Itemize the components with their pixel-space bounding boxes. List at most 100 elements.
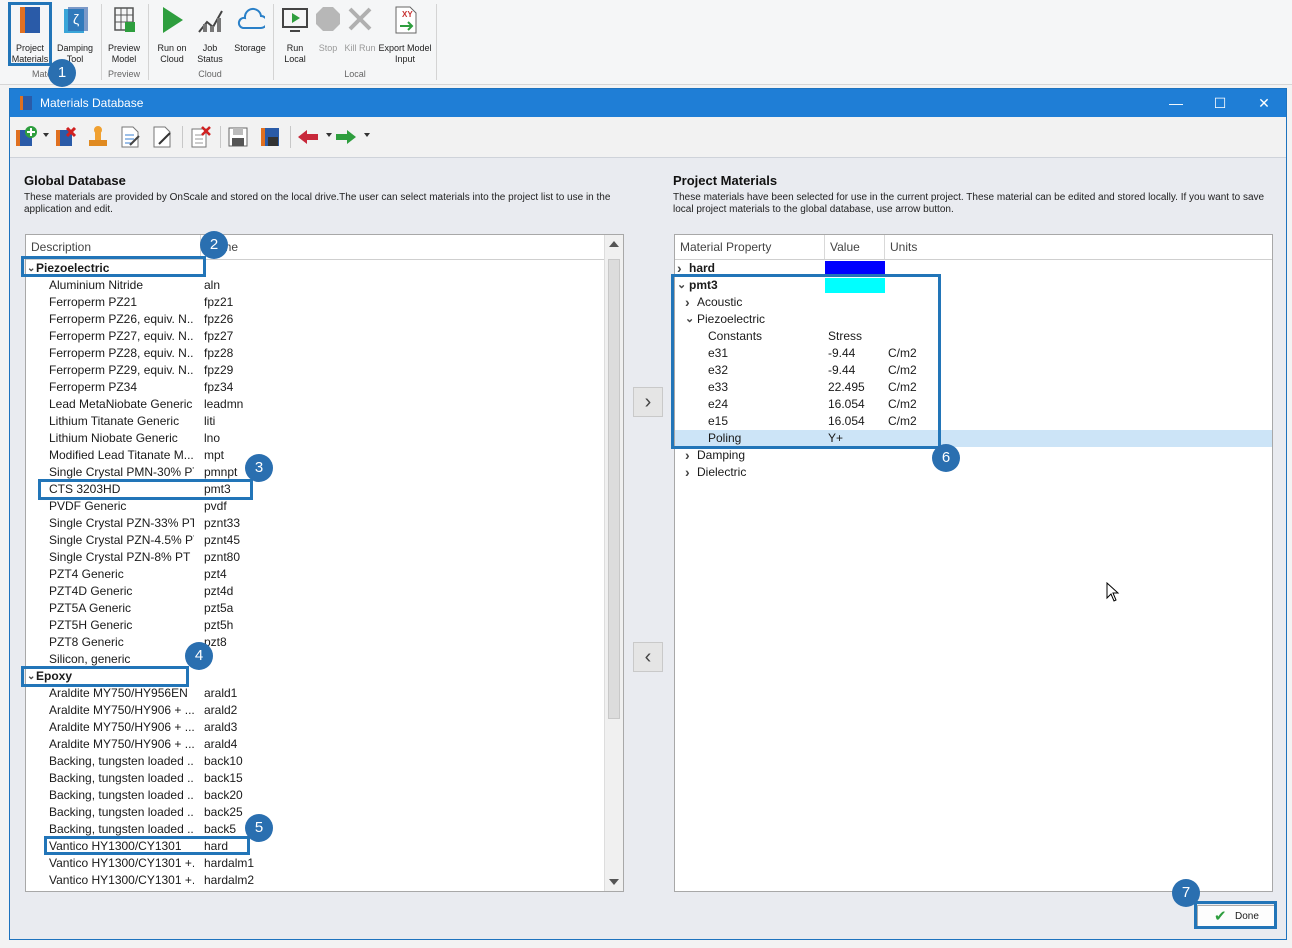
table-row[interactable]: Lithium Titanate Generic liti bbox=[26, 413, 606, 430]
table-row[interactable]: Modified Lead Titanate M... mpt bbox=[26, 447, 606, 464]
description-cell: Lithium Titanate Generic bbox=[49, 414, 180, 428]
materials-database-window: Materials Database — ☐ ✕ Global Database… bbox=[9, 88, 1287, 940]
window-app-icon bbox=[20, 96, 32, 110]
dropdown-arrow-icon[interactable] bbox=[326, 133, 332, 137]
toolbar-separator bbox=[182, 126, 183, 148]
name-cell: pvdf bbox=[204, 499, 227, 513]
column-header-value[interactable]: Value bbox=[825, 235, 885, 259]
name-cell: pzt5h bbox=[204, 618, 234, 632]
table-row[interactable]: Araldite MY750/HY906 + ... arald4 bbox=[26, 736, 606, 753]
table-row[interactable]: Ferroperm PZ21 fpz21 bbox=[26, 294, 606, 311]
callout-box-1 bbox=[8, 2, 52, 66]
table-row[interactable]: Backing, tungsten loaded ... back25 bbox=[26, 804, 606, 821]
save-icon[interactable] bbox=[226, 125, 250, 149]
table-row[interactable]: Single Crystal PZN-4.5% PT pznt45 bbox=[26, 532, 606, 549]
name-cell: lno bbox=[204, 431, 221, 445]
table-row[interactable]: Vantico HY1300/CY1301 +... hardalm1 bbox=[26, 855, 606, 872]
ribbon-button[interactable]: Kill Run bbox=[344, 2, 376, 54]
description-cell: Single Crystal PZN-33% PT bbox=[49, 516, 194, 530]
close-button[interactable]: ✕ bbox=[1242, 89, 1286, 117]
description-cell: Ferroperm PZ21 bbox=[49, 295, 138, 309]
callout-box-4 bbox=[21, 666, 189, 687]
toolbar-separator bbox=[220, 126, 221, 148]
ribbon-button-label: Run on bbox=[157, 43, 187, 53]
delete-material-icon[interactable] bbox=[54, 125, 78, 149]
ribbon-button[interactable]: Stop bbox=[312, 2, 344, 54]
stamp-icon[interactable] bbox=[86, 125, 110, 149]
table-row[interactable]: Single Crystal PZN-33% PT pznt33 bbox=[26, 515, 606, 532]
table-row[interactable]: Araldite MY750/HY906 + ... arald2 bbox=[26, 702, 606, 719]
ribbon-separator bbox=[436, 4, 437, 80]
scroll-up-icon[interactable] bbox=[609, 241, 619, 247]
scrollbar-thumb[interactable] bbox=[608, 259, 620, 719]
description-cell: PZT5H Generic bbox=[49, 618, 133, 632]
property-row[interactable]: › Damping bbox=[675, 447, 1272, 464]
description-cell: Modified Lead Titanate M... bbox=[49, 448, 194, 462]
edit-properties-icon[interactable] bbox=[118, 125, 142, 149]
global-grid-scrollbar[interactable] bbox=[604, 235, 623, 891]
table-row[interactable]: PZT4D Generic pzt4d bbox=[26, 583, 606, 600]
dropdown-arrow-icon[interactable] bbox=[364, 133, 370, 137]
ribbon-button[interactable]: Run Local bbox=[278, 2, 312, 65]
column-header-units[interactable]: Units bbox=[885, 235, 1272, 259]
table-row[interactable]: Backing, tungsten loaded ... back20 bbox=[26, 787, 606, 804]
save-to-database-icon[interactable] bbox=[258, 125, 282, 149]
table-row[interactable]: Lead MetaNiobate Generic leadmn bbox=[26, 396, 606, 413]
delete-list-icon[interactable] bbox=[188, 125, 212, 149]
ribbon-button[interactable]: Preview Model bbox=[104, 2, 144, 65]
table-row[interactable]: Aluminium Nitride aln bbox=[26, 277, 606, 294]
table-row[interactable]: Ferroperm PZ29, equiv. N... fpz29 bbox=[26, 362, 606, 379]
project-materials-description: These materials have been selected for u… bbox=[673, 192, 1265, 215]
add-to-project-button[interactable]: › bbox=[633, 387, 663, 417]
maximize-button[interactable]: ☐ bbox=[1198, 89, 1242, 117]
table-row[interactable]: Single Crystal PZN-8% PT pznt80 bbox=[26, 549, 606, 566]
table-row[interactable]: PZT5A Generic pzt5a bbox=[26, 600, 606, 617]
edit-document-icon[interactable] bbox=[150, 125, 174, 149]
minimize-button[interactable]: — bbox=[1154, 89, 1198, 117]
arrow-left-icon[interactable] bbox=[296, 125, 320, 149]
remove-from-project-button[interactable]: ‹ bbox=[633, 642, 663, 672]
description-cell: PZT4D Generic bbox=[49, 584, 133, 598]
table-row[interactable]: Ferroperm PZ27, equiv. N... fpz27 bbox=[26, 328, 606, 345]
description-cell: PZT4 Generic bbox=[49, 567, 124, 581]
group-label-cloud: Cloud bbox=[198, 69, 222, 79]
table-row[interactable]: PZT4 Generic pzt4 bbox=[26, 566, 606, 583]
table-row[interactable]: PZT5H Generic pzt5h bbox=[26, 617, 606, 634]
run-local-icon bbox=[282, 8, 308, 32]
table-row[interactable]: Ferroperm PZ34 fpz34 bbox=[26, 379, 606, 396]
property-row[interactable]: › Dielectric bbox=[675, 464, 1272, 481]
callout-box-3 bbox=[38, 479, 253, 500]
name-cell: fpz34 bbox=[204, 380, 234, 394]
table-row[interactable]: Araldite MY750/HY956EN arald1 bbox=[26, 685, 606, 702]
table-row[interactable]: Ferroperm PZ26, equiv. N... fpz26 bbox=[26, 311, 606, 328]
export-model-icon: XY bbox=[395, 6, 417, 34]
add-material-icon[interactable] bbox=[14, 125, 38, 149]
ribbon-button[interactable]: Run on Cloud bbox=[152, 2, 192, 65]
ribbon-button-sublabel: Cloud bbox=[160, 54, 184, 64]
property-label: Damping bbox=[697, 448, 746, 462]
table-row[interactable]: Backing, tungsten loaded ... back15 bbox=[26, 770, 606, 787]
name-cell: mpt bbox=[204, 448, 225, 462]
column-header-name[interactable]: Name bbox=[201, 235, 606, 259]
table-row[interactable]: Vantico HY1300/CY1301 +... hardalm2 bbox=[26, 872, 606, 889]
ribbon-button[interactable]: ζ Damping Tool bbox=[54, 2, 96, 65]
global-materials-grid[interactable]: Description Name ⌄PiezoelectricAluminium… bbox=[25, 234, 624, 892]
stop-icon bbox=[316, 7, 340, 31]
table-row[interactable]: Lithium Niobate Generic lno bbox=[26, 430, 606, 447]
column-header-material-property[interactable]: Material Property bbox=[675, 235, 825, 259]
chevron-right-icon[interactable]: › bbox=[685, 447, 690, 464]
ribbon-button[interactable]: Job Status bbox=[193, 2, 227, 65]
ribbon-button[interactable]: Storage bbox=[230, 2, 270, 54]
table-row[interactable]: Backing, tungsten loaded ... back10 bbox=[26, 753, 606, 770]
scroll-down-icon[interactable] bbox=[609, 879, 619, 885]
dropdown-arrow-icon[interactable] bbox=[43, 133, 49, 137]
table-row[interactable]: PVDF Generic pvdf bbox=[26, 498, 606, 515]
name-cell: back15 bbox=[204, 771, 243, 785]
table-row[interactable]: Ferroperm PZ28, equiv. N... fpz28 bbox=[26, 345, 606, 362]
table-row[interactable]: PZT8 Generic pzt8 bbox=[26, 634, 606, 651]
table-row[interactable]: Araldite MY750/HY906 + ... arald3 bbox=[26, 719, 606, 736]
description-cell: Ferroperm PZ27, equiv. N... bbox=[49, 329, 194, 343]
chevron-right-icon[interactable]: › bbox=[685, 464, 690, 481]
arrow-right-icon[interactable] bbox=[334, 125, 358, 149]
ribbon-button[interactable]: XY Export Model Input bbox=[376, 2, 434, 65]
